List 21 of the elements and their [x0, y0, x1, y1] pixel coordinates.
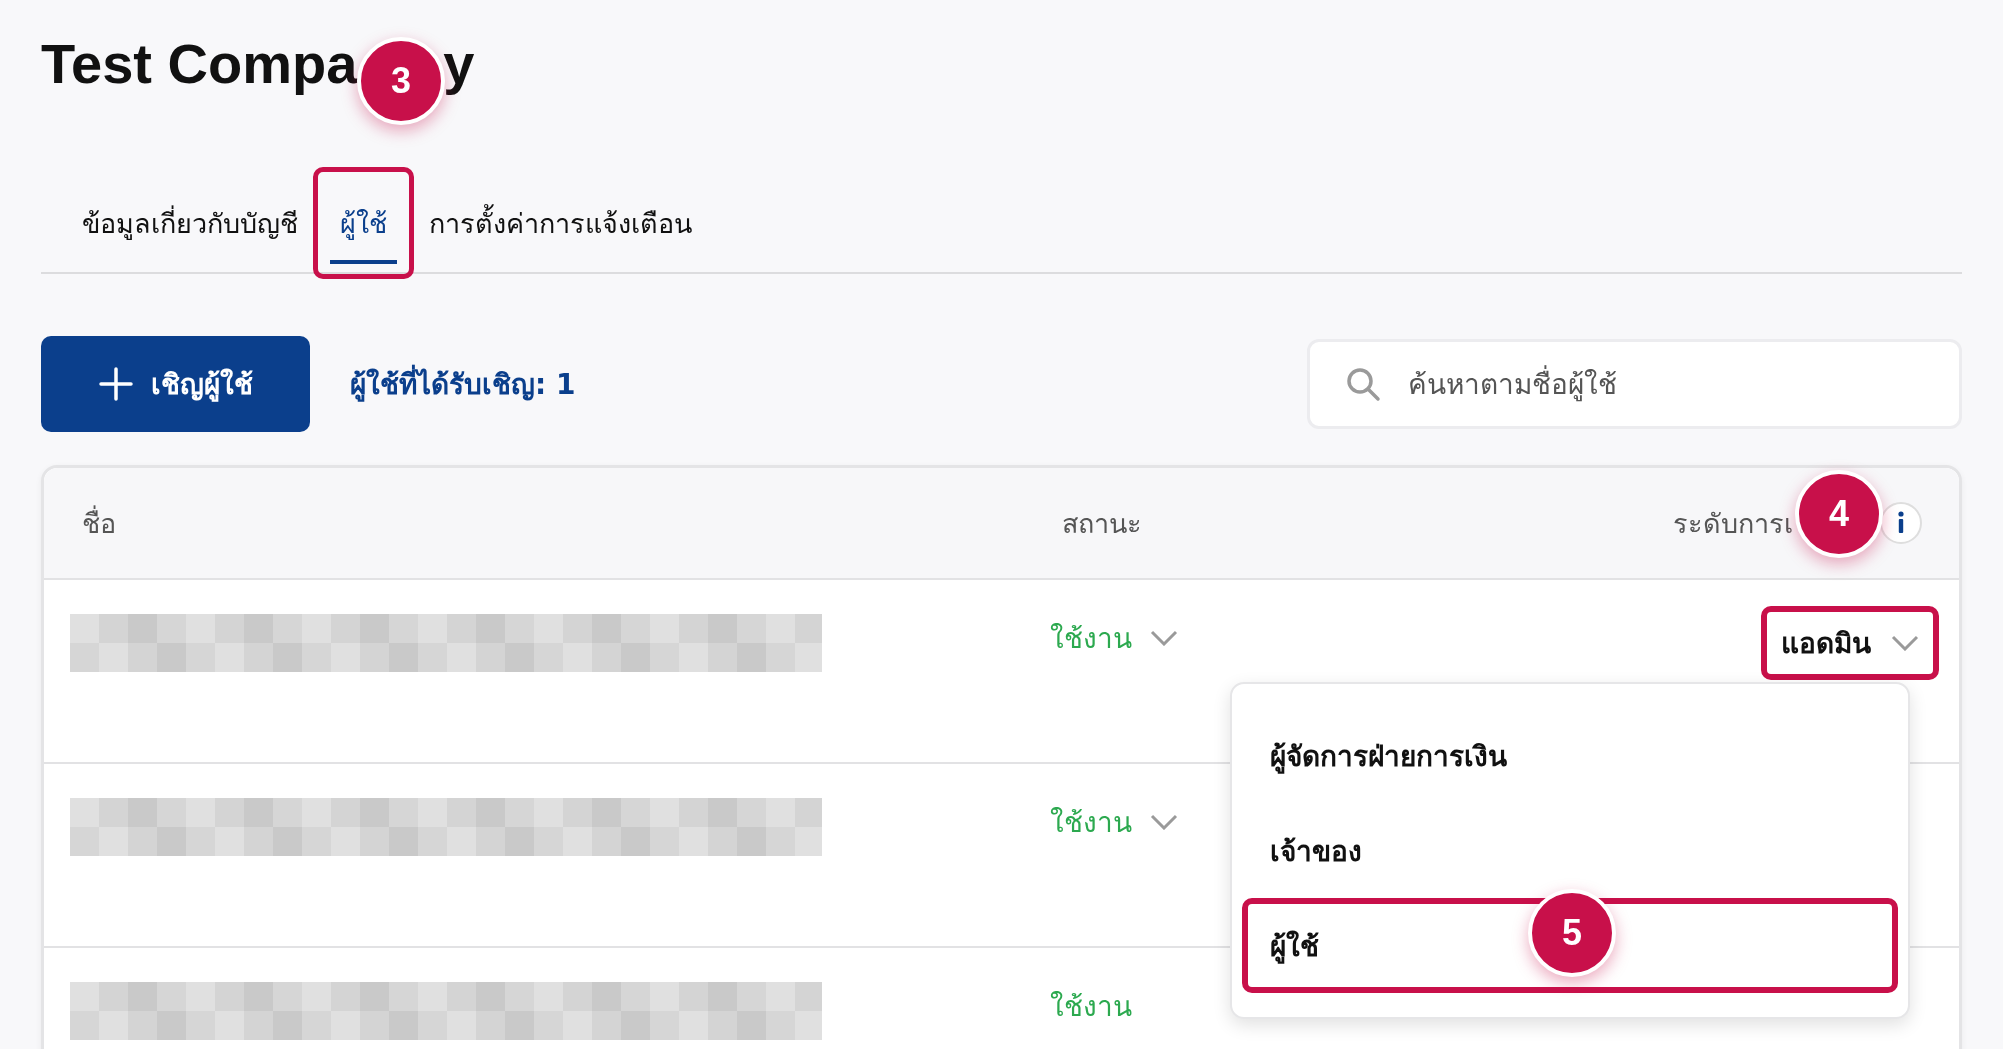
tab[interactable]: การตั้งค่าการแจ้งเตือน [414, 167, 707, 279]
column-header: ชื่อ [82, 504, 117, 541]
column-header: ระดับการเ [1673, 506, 1793, 541]
chevron-down-icon [1150, 630, 1178, 646]
column-header: สถานะ [1062, 506, 1143, 541]
chevron-down-icon [1150, 814, 1178, 830]
search-field[interactable]: ค้นหาตามชื่อผู้ใช้ [1307, 339, 1962, 429]
status-text: ใช้งาน [1050, 990, 1132, 1023]
info-icon[interactable] [1879, 501, 1923, 545]
page-title: y [443, 31, 475, 97]
chevron-down-icon [1891, 635, 1919, 651]
tab[interactable]: ข้อมูลเกี่ยวกับบัญชี [67, 167, 313, 279]
role-dropdown[interactable]: แอดมิน [1761, 606, 1939, 680]
search-icon [1345, 366, 1381, 402]
tab[interactable]: ผู้ใช้ [313, 167, 414, 279]
plus-icon [98, 367, 133, 401]
menu-item[interactable]: ผู้จัดการฝ่ายการเงิน [1242, 708, 1898, 803]
invited-users-link[interactable]: ผู้ใช้ที่ได้รับเชิญ: 1 [350, 362, 576, 406]
page-title: Test Compa [41, 31, 358, 97]
step-badge: 3 [357, 37, 445, 125]
invite-user-button[interactable]: เชิญผู้ใช้ [41, 336, 310, 432]
